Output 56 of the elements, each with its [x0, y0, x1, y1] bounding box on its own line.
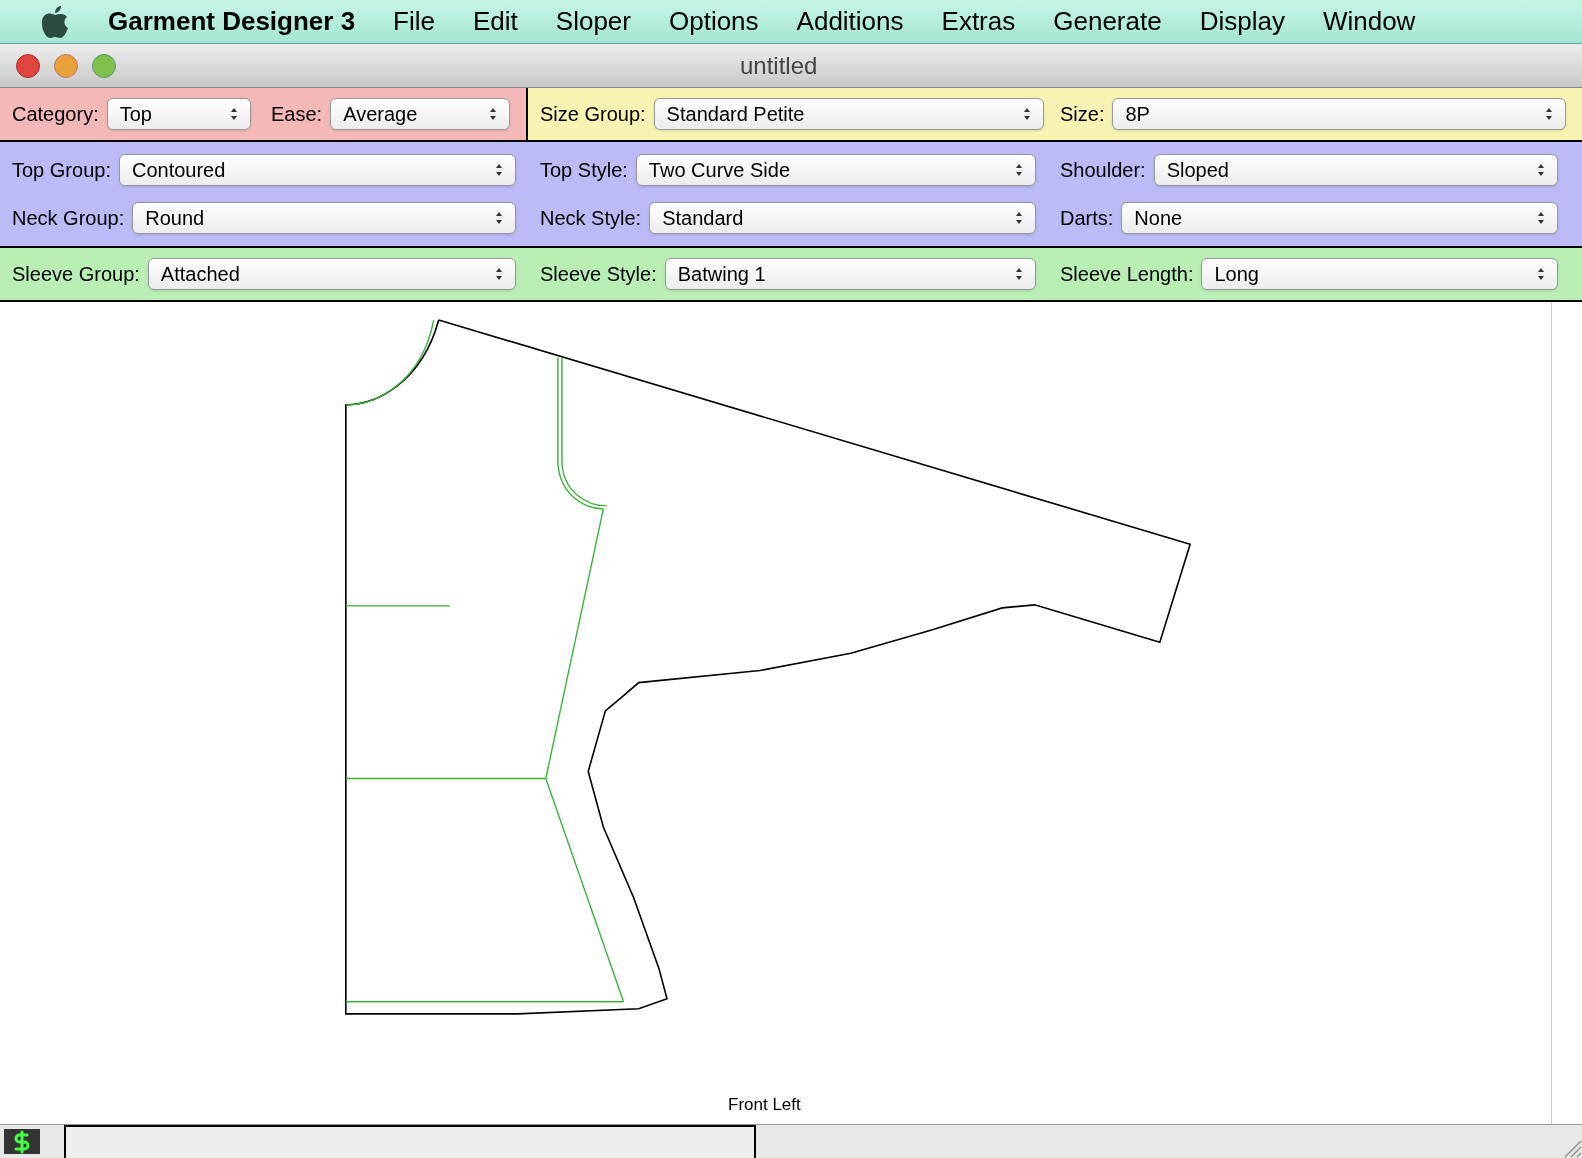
- field-label: Category:: [12, 102, 99, 127]
- window-title: untitled: [740, 50, 818, 81]
- stepper-arrows-icon: [1537, 211, 1545, 225]
- stepper-arrows-icon: [1015, 267, 1023, 281]
- menu-item[interactable]: Display: [1199, 2, 1285, 41]
- field-label: Shoulder:: [1060, 158, 1146, 183]
- field-label: Top Style:: [540, 158, 628, 183]
- dropdown[interactable]: None: [1121, 202, 1558, 234]
- dropdown[interactable]: Two Curve Side: [635, 154, 1036, 186]
- close-button[interactable]: [16, 53, 40, 78]
- stepper-arrows-icon: [495, 211, 503, 225]
- dropdown[interactable]: Contoured: [118, 154, 516, 186]
- field-label: Sleeve Style:: [540, 262, 657, 287]
- dropdown[interactable]: 8P: [1112, 98, 1566, 130]
- dropdown[interactable]: Long: [1201, 258, 1558, 290]
- menu-item[interactable]: Window: [1322, 2, 1416, 41]
- dropdown[interactable]: Round: [132, 202, 516, 234]
- field-label: Sleeve Length:: [1060, 262, 1194, 287]
- stepper-arrows-icon: [1537, 267, 1545, 281]
- field-label: Neck Style:: [540, 206, 642, 231]
- piece-label: Front Left: [728, 1094, 801, 1116]
- stepper-arrows-icon: [1537, 163, 1545, 177]
- minimize-button[interactable]: [54, 53, 78, 78]
- stepper-arrows-icon: [1545, 107, 1553, 121]
- field-label: Ease:: [271, 102, 323, 127]
- field-label: Size:: [1060, 102, 1105, 127]
- menu-item[interactable]: Options: [668, 2, 759, 41]
- apple-logo-icon[interactable]: [40, 4, 70, 39]
- dropdown[interactable]: Sloped: [1153, 154, 1558, 186]
- stepper-arrows-icon: [495, 267, 503, 281]
- menu-item[interactable]: File: [393, 2, 435, 41]
- field-label: Size Group:: [540, 102, 646, 127]
- app-name[interactable]: Garment Designer 3: [108, 2, 356, 41]
- dropdown[interactable]: Attached: [147, 258, 516, 290]
- field-label: Neck Group:: [12, 206, 125, 231]
- stepper-arrows-icon: [230, 107, 238, 121]
- zoom-button[interactable]: [92, 53, 116, 78]
- dropdown[interactable]: Standard Petite: [653, 98, 1044, 130]
- dropdown[interactable]: Batwing 1: [664, 258, 1036, 290]
- stepper-arrows-icon: [489, 107, 497, 121]
- stepper-arrows-icon: [495, 163, 503, 177]
- dropdown[interactable]: Average: [330, 98, 510, 130]
- stepper-arrows-icon: [1015, 163, 1023, 177]
- menu-item[interactable]: Extras: [941, 2, 1016, 41]
- dropdown[interactable]: Standard: [649, 202, 1036, 234]
- stepper-arrows-icon: [1023, 107, 1031, 121]
- field-label: Top Group:: [12, 158, 111, 183]
- field-label: Darts:: [1060, 206, 1114, 231]
- stepper-arrows-icon: [1015, 211, 1023, 225]
- menu-item[interactable]: Additions: [796, 2, 904, 41]
- field-label: Sleeve Group:: [12, 262, 140, 287]
- menu-item[interactable]: Edit: [473, 2, 518, 41]
- menu-item[interactable]: Sloper: [555, 2, 631, 41]
- dollar-icon[interactable]: [4, 1129, 40, 1154]
- menu-item[interactable]: Generate: [1053, 2, 1162, 41]
- dropdown[interactable]: Top: [106, 98, 251, 130]
